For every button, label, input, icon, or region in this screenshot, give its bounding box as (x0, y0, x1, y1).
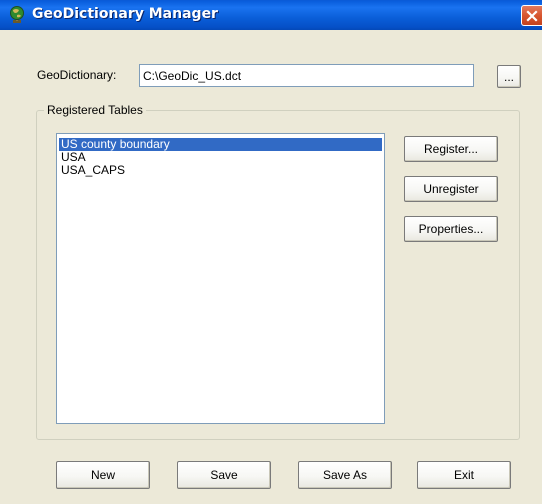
geodictionary-manager-window: GeoDictionary Manager GeoDictionary: C:\… (0, 0, 542, 504)
save-as-button[interactable]: Save As (298, 461, 392, 489)
list-item[interactable]: USA_CAPS (59, 164, 382, 177)
registered-tables-list[interactable]: US county boundary USA USA_CAPS (56, 133, 385, 424)
list-item[interactable]: US county boundary (59, 138, 382, 151)
unregister-button[interactable]: Unregister (404, 176, 498, 202)
register-button[interactable]: Register... (404, 136, 498, 162)
save-button[interactable]: Save (177, 461, 271, 489)
geodictionary-label: GeoDictionary: (37, 68, 117, 82)
window-title: GeoDictionary Manager (32, 6, 218, 22)
exit-button[interactable]: Exit (417, 461, 511, 489)
title-bar[interactable]: GeoDictionary Manager (0, 0, 542, 30)
globe-icon (7, 5, 27, 25)
registered-tables-label: Registered Tables (44, 103, 146, 117)
new-button[interactable]: New (56, 461, 150, 489)
close-button[interactable] (521, 5, 542, 26)
properties-button[interactable]: Properties... (404, 216, 498, 242)
browse-button[interactable]: ... (497, 65, 521, 88)
geodictionary-path-field[interactable]: C:\GeoDic_US.dct (139, 64, 474, 87)
